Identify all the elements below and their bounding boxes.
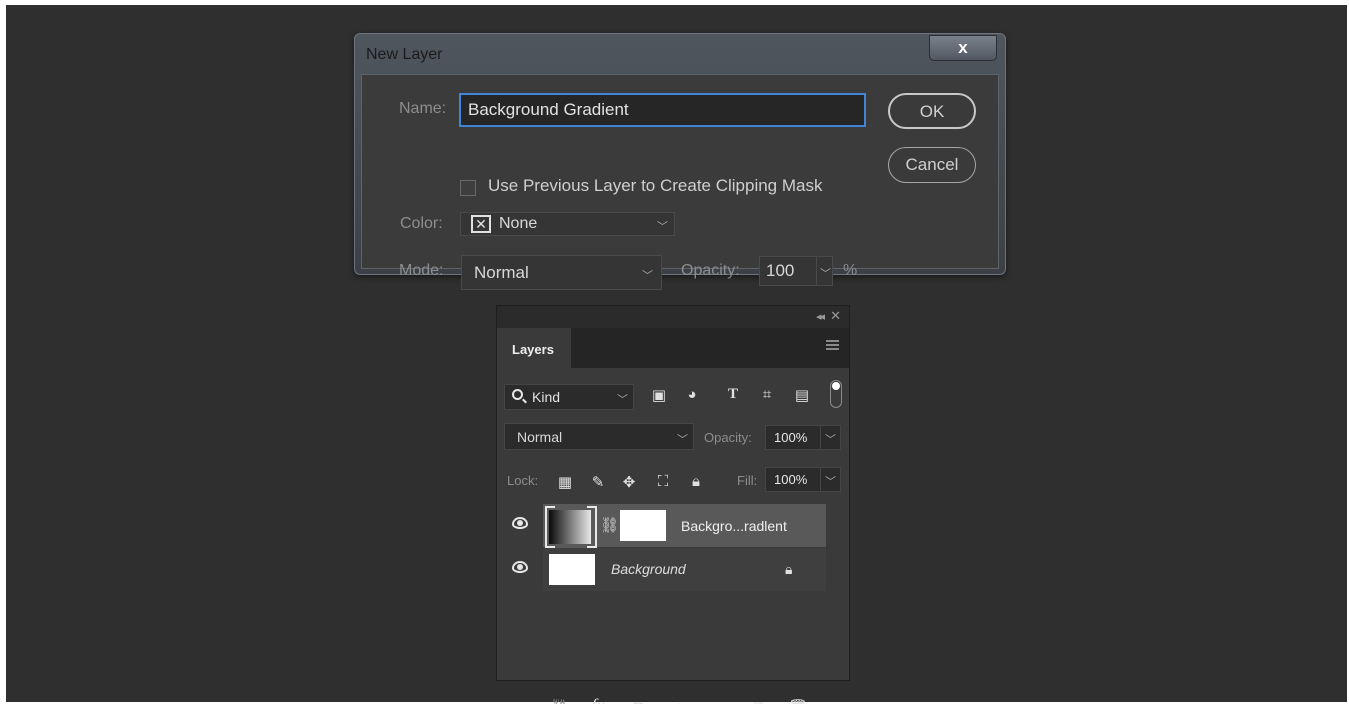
opacity-value: 100 <box>766 261 795 280</box>
thumbnail-selection-bracket <box>545 505 597 549</box>
opacity-value: 100% <box>774 430 808 445</box>
chevron-down-icon: ﹀ <box>677 434 688 446</box>
type-filter-icon[interactable]: T <box>723 386 743 403</box>
lock-pixels-brush-icon[interactable]: ✎ <box>589 473 607 491</box>
chevron-down-icon: ﹀ <box>825 434 836 446</box>
trash-icon[interactable]: 🗑︎ <box>787 698 809 704</box>
filter-toggle[interactable] <box>830 380 842 408</box>
link-icon[interactable]: ⛓ <box>548 698 570 704</box>
layer-name: Backgro...radlent <box>681 518 787 534</box>
close-icon[interactable]: ✕ <box>830 308 841 324</box>
chevron-down-icon: ﹀ <box>820 268 831 280</box>
lock-label: Lock: <box>507 473 539 488</box>
layer-lock-icon[interactable]: 🔒︎ <box>785 561 792 578</box>
blend-mode-dropdown[interactable]: Normal ﹀ <box>504 423 694 450</box>
shape-filter-icon[interactable]: ⌗ <box>757 386 777 403</box>
layer-mask-thumbnail[interactable] <box>620 510 666 541</box>
layer-thumbnail <box>549 554 595 585</box>
layer-name: Background <box>611 561 686 577</box>
chevron-down-icon: ﹀ <box>657 221 668 233</box>
lock-artboard-icon[interactable]: ⛶ <box>654 473 672 490</box>
cancel-button[interactable]: Cancel <box>888 147 976 183</box>
new-layer-dialog: New Layer x Name: Background Gradient Us… <box>354 33 1006 290</box>
ok-button[interactable]: OK <box>888 93 976 129</box>
lock-position-move-icon[interactable]: ✥ <box>620 473 638 491</box>
layer-name-value: Background Gradient <box>468 100 629 119</box>
clipping-mask-label[interactable]: Use Previous Layer to Create Clipping Ma… <box>488 176 822 196</box>
dialog-title: New Layer <box>366 46 443 63</box>
kind-filter-dropdown[interactable]: Kind ﹀ <box>504 384 634 410</box>
folder-icon[interactable]: ▬ <box>707 698 729 704</box>
image-filter-icon[interactable]: ▣ <box>649 386 669 404</box>
name-label: Name: <box>399 100 447 117</box>
color-dropdown[interactable]: ✕ None ﹀ <box>460 212 675 236</box>
mode-label: Mode: <box>399 262 444 279</box>
layers-panel-body: Kind ﹀ ▣ ◕ T ⌗ ▤ Normal ﹀ Opacity: 100% … <box>497 368 849 704</box>
chevron-down-icon: ﹀ <box>642 270 653 282</box>
lock-all-icon[interactable]: 🔒︎ <box>687 473 705 490</box>
smart-object-filter-icon[interactable]: ▤ <box>792 386 812 404</box>
search-icon <box>512 389 523 400</box>
dialog-body: Name: Background Gradient Use Previous L… <box>361 74 999 290</box>
mask-link-icon[interactable]: ⛓ <box>600 516 619 534</box>
layer-row-background-gradient[interactable]: ⛓ Backgro...radlent <box>497 504 827 549</box>
kind-value: Kind <box>532 389 561 405</box>
fill-value: 100% <box>774 472 808 487</box>
tab-layers[interactable]: Layers <box>497 328 571 368</box>
no-color-icon: ✕ <box>471 215 491 233</box>
opacity-dropdown-button[interactable]: ﹀ <box>816 257 832 285</box>
collapse-icon[interactable]: ◂◂ <box>816 310 825 323</box>
blend-mode-value: Normal <box>517 429 563 445</box>
lock-transparency-icon[interactable]: ▦ <box>556 473 574 491</box>
mode-value: Normal <box>474 263 529 282</box>
opacity-slider-button[interactable]: ﹀ <box>820 426 840 449</box>
clipping-mask-checkbox[interactable] <box>460 180 476 196</box>
opacity-field[interactable]: 100 ﹀ <box>759 256 833 286</box>
layers-panel: ◂◂ ✕ Layers Kind ﹀ ▣ ◕ T ⌗ ▤ Normal ﹀ Op… <box>496 305 850 704</box>
fill-label: Fill: <box>737 473 758 488</box>
layer-name-input[interactable]: Background Gradient <box>459 93 866 127</box>
color-label: Color: <box>400 215 443 232</box>
fx-icon[interactable]: fx <box>587 695 609 704</box>
chevron-down-icon: ﹀ <box>617 394 628 406</box>
mask-icon[interactable]: ◙ <box>627 698 649 704</box>
chevron-down-icon: ﹀ <box>825 476 836 488</box>
dialog-titlebar[interactable]: New Layer x <box>355 34 1005 74</box>
fill-field[interactable]: 100% ﹀ <box>765 467 841 492</box>
color-value: None <box>499 215 538 232</box>
panel-tabbar: Layers <box>497 328 849 368</box>
mode-dropdown[interactable]: Normal ﹀ <box>461 255 662 290</box>
new-layer-icon[interactable]: ⧉ <box>748 698 770 704</box>
adjustment-icon[interactable]: ◕ <box>668 698 690 704</box>
percent-sign: % <box>843 262 858 279</box>
panel-header[interactable]: ◂◂ ✕ <box>497 306 849 328</box>
adjustment-filter-icon[interactable]: ◕ <box>682 386 702 403</box>
opacity-label: Opacity: <box>704 430 752 445</box>
dialog-close-button[interactable]: x <box>929 35 997 61</box>
layer-row-background[interactable]: Background 🔒︎ <box>497 548 827 591</box>
opacity-label: Opacity: <box>681 262 740 279</box>
visibility-eye-icon[interactable] <box>512 517 528 529</box>
opacity-field[interactable]: 100% ﹀ <box>765 425 841 450</box>
panel-menu-icon[interactable] <box>826 340 839 350</box>
visibility-eye-icon[interactable] <box>512 561 528 573</box>
fill-slider-button[interactable]: ﹀ <box>820 468 840 491</box>
